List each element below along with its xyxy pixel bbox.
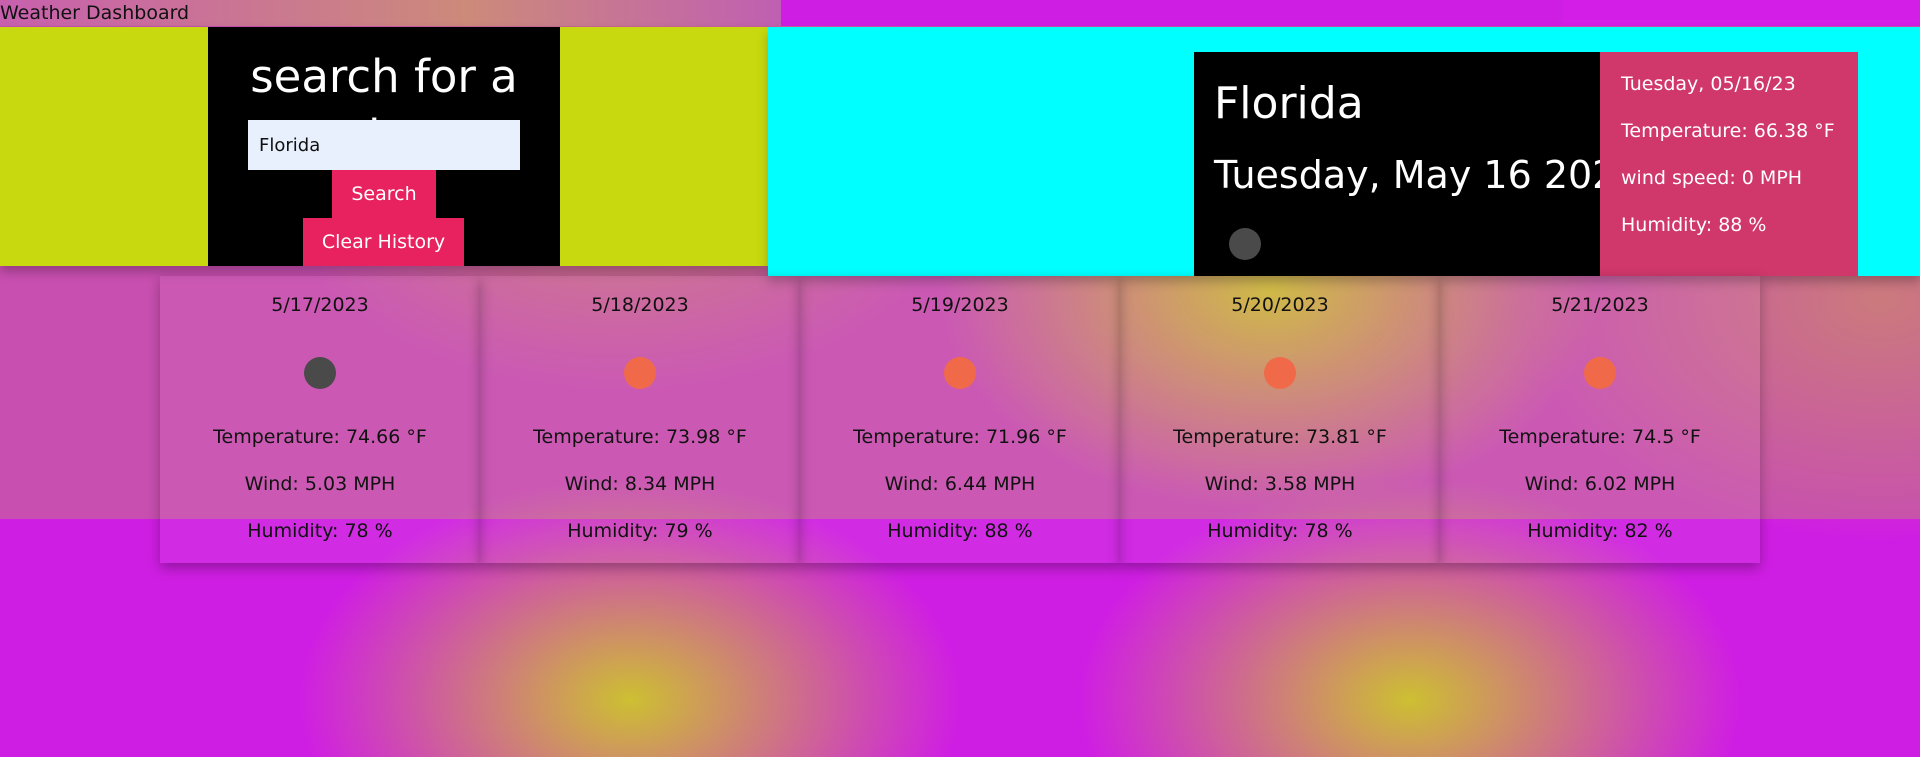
current-wind: wind speed: 0 MPH [1621,167,1803,189]
clear-history-button[interactable]: Clear History [303,218,464,266]
sun-icon [1264,357,1296,389]
sun-icon [1584,357,1616,389]
forecast-humidity: Humidity: 78 % [247,520,393,542]
forecast-temperature: Temperature: 71.96 °F [853,426,1067,448]
forecast-card: 5/18/2023 Temperature: 73.98 °F Wind: 8.… [480,276,800,563]
search-button[interactable]: Search [332,170,436,218]
forecast-card: 5/20/2023 Temperature: 73.81 °F Wind: 3.… [1120,276,1440,563]
current-city-name: Florida [1214,78,1364,129]
forecast-date: 5/19/2023 [911,294,1009,316]
forecast-humidity: Humidity: 78 % [1207,520,1353,542]
current-date-short: Tuesday, 05/16/23 [1621,73,1796,95]
forecast-date: 5/17/2023 [271,294,369,316]
current-details-card: Tuesday, 05/16/23 Temperature: 66.38 °F … [1600,52,1858,276]
cloud-icon [304,357,336,389]
search-card: search for a city Search Clear History [208,27,560,266]
forecast-humidity: Humidity: 79 % [567,520,713,542]
current-weather-card: Florida Tuesday, May 16 2023 [1194,52,1641,276]
forecast-temperature: Temperature: 73.81 °F [1173,426,1387,448]
sun-icon [624,357,656,389]
forecast-card: 5/19/2023 Temperature: 71.96 °F Wind: 6.… [800,276,1120,563]
forecast-wind: Wind: 5.03 MPH [244,473,396,495]
forecast-wind: Wind: 6.02 MPH [1524,473,1676,495]
forecast-card: 5/21/2023 Temperature: 74.5 °F Wind: 6.0… [1440,276,1760,563]
sun-icon [944,357,976,389]
forecast-temperature: Temperature: 73.98 °F [533,426,747,448]
forecast-card: 5/17/2023 Temperature: 74.66 °F Wind: 5.… [160,276,480,563]
forecast-humidity: Humidity: 82 % [1527,520,1673,542]
forecast-date: 5/20/2023 [1231,294,1329,316]
city-search-input[interactable] [248,120,520,170]
current-humidity: Humidity: 88 % [1621,214,1767,236]
forecast-date: 5/21/2023 [1551,294,1649,316]
background-band [781,0,1563,26]
current-temperature: Temperature: 66.38 °F [1621,120,1835,142]
forecast-humidity: Humidity: 88 % [887,520,1033,542]
forecast-wind: Wind: 6.44 MPH [884,473,1036,495]
forecast-wind: Wind: 3.58 MPH [1204,473,1356,495]
forecast-row: 5/17/2023 Temperature: 74.66 °F Wind: 5.… [160,276,1760,563]
forecast-wind: Wind: 8.34 MPH [564,473,716,495]
page-title: Weather Dashboard [0,2,190,24]
forecast-temperature: Temperature: 74.66 °F [213,426,427,448]
forecast-temperature: Temperature: 74.5 °F [1499,426,1701,448]
current-date: Tuesday, May 16 2023 [1214,153,1641,197]
background-band [1563,0,1920,26]
forecast-date: 5/18/2023 [591,294,689,316]
cloud-icon [1229,228,1261,260]
